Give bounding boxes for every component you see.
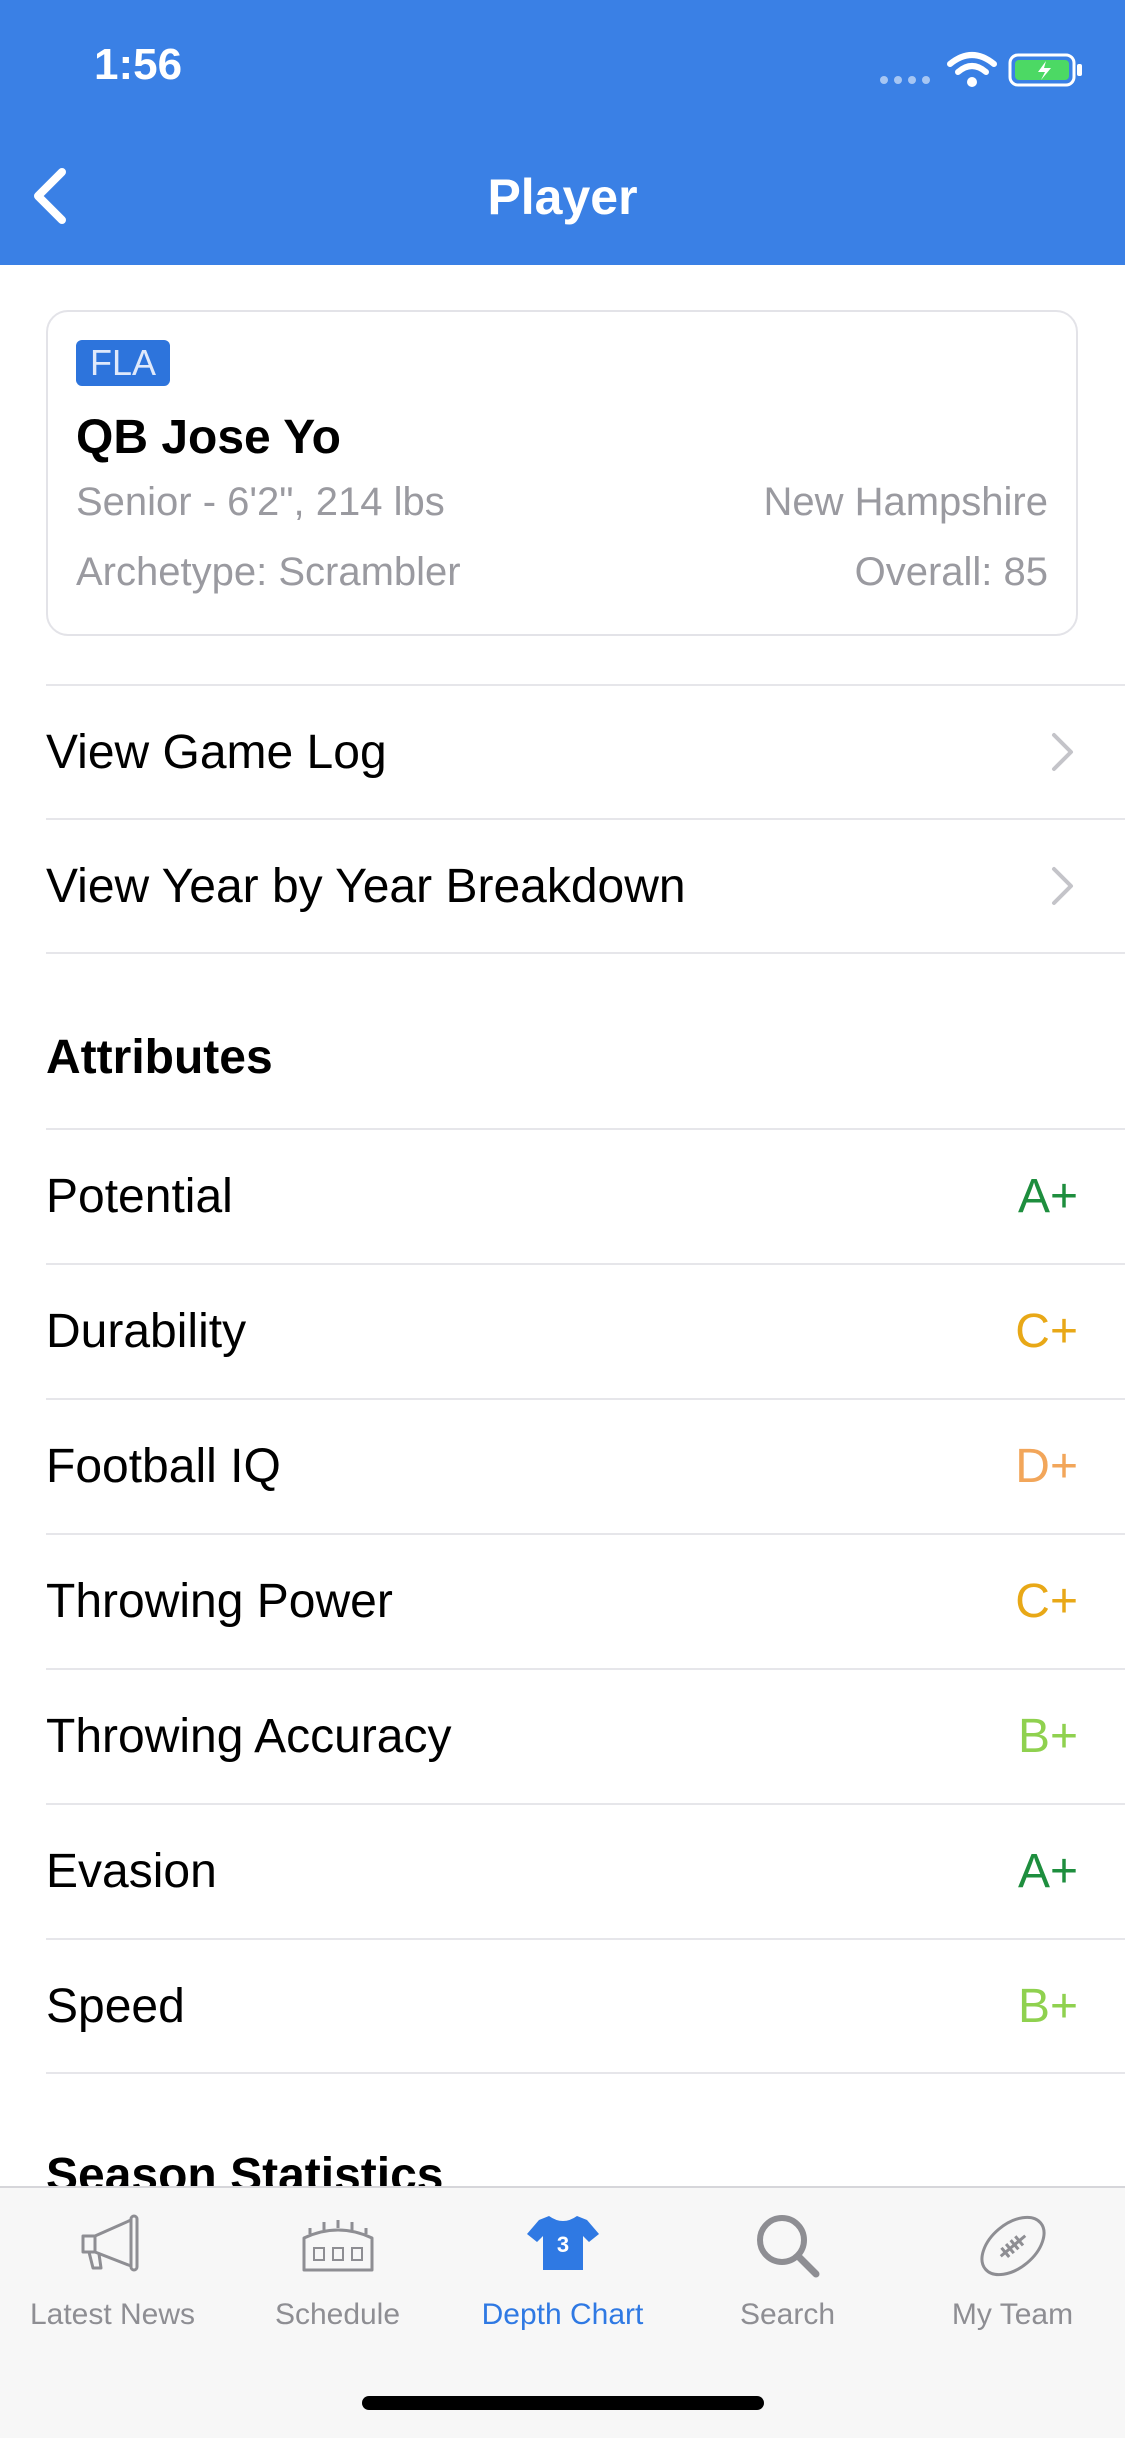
attribute-row-throwing-accuracy: Throwing Accuracy B+ — [46, 1668, 1125, 1802]
tab-label: Depth Chart — [481, 2298, 644, 2331]
chevron-right-icon — [1052, 733, 1073, 771]
page-title: Player — [487, 169, 638, 225]
attribute-row-evasion: Evasion A+ — [46, 1803, 1125, 1937]
tab-schedule[interactable]: Schedule — [225, 2188, 450, 2338]
attribute-row-throwing-power: Throwing Power C+ — [46, 1533, 1125, 1667]
attribute-grade: D+ — [1015, 1439, 1078, 1493]
home-indicator — [362, 2396, 764, 2410]
attribute-grade: B+ — [1017, 1979, 1078, 2033]
attribute-grade: A+ — [1017, 1169, 1078, 1223]
status-time: 1:56 — [94, 40, 183, 89]
attribute-label: Evasion — [46, 1844, 217, 1898]
cellular-signal-icon — [880, 76, 930, 84]
tab-my-team[interactable]: My Team — [900, 2188, 1125, 2338]
stadium-icon — [302, 2220, 373, 2272]
player-archetype: Archetype: Scrambler — [76, 550, 461, 594]
divider — [46, 2072, 1125, 2074]
football-icon — [980, 2215, 1045, 2277]
battery-icon — [1008, 53, 1082, 87]
player-name: QB Jose Yo — [76, 411, 341, 464]
tab-label: My Team — [951, 2298, 1074, 2331]
attribute-label: Speed — [46, 1979, 185, 2033]
attribute-row-speed: Speed B+ — [46, 1938, 1125, 2072]
attribute-row-durability: Durability C+ — [46, 1263, 1125, 1397]
wifi-icon — [947, 52, 997, 87]
attribute-grade: C+ — [1015, 1304, 1078, 1358]
view-game-log-row[interactable]: View Game Log — [46, 684, 1125, 818]
attribute-label: Durability — [46, 1304, 247, 1358]
view-year-breakdown-row[interactable]: View Year by Year Breakdown — [46, 818, 1125, 952]
nav-header: 1:56 Player — [0, 0, 1125, 265]
tab-label: Search — [739, 2298, 836, 2331]
jersey-icon: 3 — [526, 2216, 599, 2270]
magnifier-icon — [756, 2215, 819, 2278]
attribute-grade: A+ — [1017, 1844, 1078, 1898]
team-badge: FLA — [76, 340, 171, 386]
tab-latest-news[interactable]: Latest News — [0, 2188, 225, 2338]
attribute-label: Throwing Power — [46, 1574, 393, 1628]
attribute-row-football-iq: Football IQ D+ — [46, 1398, 1125, 1532]
megaphone-icon — [81, 2214, 138, 2272]
player-overall: Overall: 85 — [854, 550, 1048, 594]
attribute-grade: C+ — [1015, 1574, 1078, 1628]
attribute-row-potential: Potential A+ — [46, 1128, 1125, 1262]
player-details: Senior - 6'2", 214 lbs — [76, 480, 445, 524]
tab-label: Latest News — [29, 2298, 196, 2331]
tab-search[interactable]: Search — [675, 2188, 900, 2338]
attributes-title: Attributes — [46, 1031, 273, 1084]
attribute-label: Throwing Accuracy — [46, 1709, 452, 1763]
divider — [46, 952, 1125, 954]
attribute-grade: B+ — [1017, 1709, 1078, 1763]
row-label: View Game Log — [46, 725, 387, 779]
player-hometown: New Hampshire — [763, 480, 1048, 524]
chevron-right-icon — [1052, 867, 1073, 905]
tab-label: Schedule — [274, 2298, 401, 2331]
attribute-label: Potential — [46, 1169, 233, 1223]
tab-depth-chart[interactable]: 3 Depth Chart — [450, 2188, 675, 2338]
attribute-label: Football IQ — [46, 1439, 281, 1493]
row-label: View Year by Year Breakdown — [46, 859, 686, 913]
player-card: FLA QB Jose Yo Senior - 6'2", 214 lbs Ne… — [46, 310, 1078, 636]
jersey-number: 3 — [556, 2232, 568, 2257]
